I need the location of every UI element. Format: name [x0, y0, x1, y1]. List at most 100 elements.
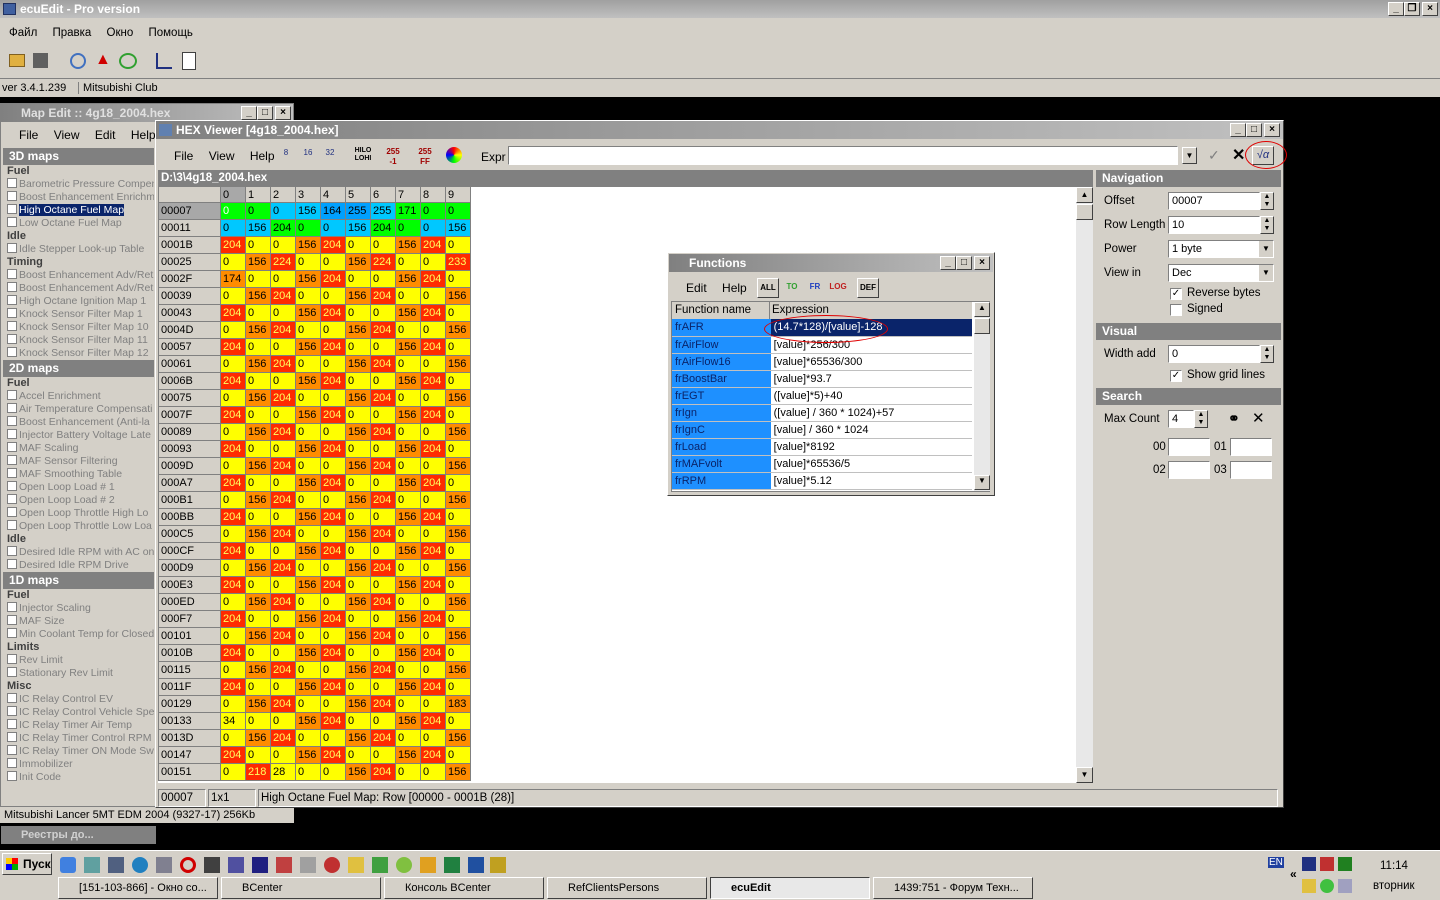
row-address[interactable]: 00039 — [158, 287, 221, 305]
max-count-spinner[interactable]: ▲ ▼ — [1194, 410, 1208, 428]
hex-cell[interactable]: 204 — [370, 321, 396, 339]
hex-cell[interactable]: 156 — [445, 491, 471, 509]
hex-cell[interactable]: 156 — [295, 576, 321, 594]
hex-cell[interactable]: 0 — [345, 440, 371, 458]
function-name-cell[interactable]: frIgnC — [672, 421, 771, 439]
hex-cell[interactable]: 0 — [295, 321, 321, 339]
hex-cell[interactable]: 0 — [220, 202, 246, 220]
function-expression-cell[interactable]: [value]*5.12 — [770, 472, 972, 490]
hex-cell[interactable]: 0 — [420, 287, 446, 305]
task-button-6[interactable]: 1439:751 - Форум Техн... — [873, 877, 1033, 899]
hex-cell[interactable]: 156 — [295, 270, 321, 288]
row-address[interactable]: 000C5 — [158, 525, 221, 543]
hex-menu-view[interactable]: View — [209, 149, 235, 163]
grid-column-header[interactable]: 2 — [270, 186, 296, 203]
hex-cell[interactable]: 0 — [245, 576, 271, 594]
hex-cell[interactable]: 204 — [270, 389, 296, 407]
hex-cell[interactable]: 204 — [270, 321, 296, 339]
hex-cell[interactable]: 156 — [345, 457, 371, 475]
filter-to-button[interactable]: TO — [781, 278, 803, 298]
hex-cell[interactable]: 0 — [295, 355, 321, 373]
hex-cell[interactable]: 0 — [345, 610, 371, 628]
map-list-item[interactable]: Injector Scaling — [3, 602, 154, 615]
hex-255-button[interactable]: 255 FF — [415, 147, 435, 167]
hex-cell[interactable]: 0 — [320, 729, 346, 747]
hex-cell[interactable]: 156 — [295, 372, 321, 390]
view-16bit-button[interactable]: 16 — [298, 148, 318, 158]
function-row[interactable]: frRPM [value]*5.12 — [672, 472, 972, 490]
function-row[interactable]: frLoad [value]*8192 — [672, 438, 972, 456]
search-byte-01-input[interactable] — [1230, 438, 1272, 456]
hex-cell[interactable]: 204 — [320, 236, 346, 254]
hex-cell[interactable]: 204 — [370, 627, 396, 645]
hex-cell[interactable]: 0 — [320, 695, 346, 713]
hex-cell[interactable]: 204 — [270, 593, 296, 611]
hex-cell[interactable]: 204 — [270, 491, 296, 509]
hex-cell[interactable]: 0 — [420, 525, 446, 543]
function-row[interactable]: frBoostBar [value]*93.7 — [672, 370, 972, 388]
functions-maximize-button[interactable]: □ — [956, 256, 972, 270]
hex-cell[interactable]: 0 — [220, 491, 246, 509]
hex-cell[interactable]: 204 — [320, 542, 346, 560]
hex-cell[interactable]: 156 — [295, 542, 321, 560]
hex-cell[interactable]: 204 — [220, 304, 246, 322]
row-address[interactable]: 00061 — [158, 355, 221, 373]
hex-cell[interactable]: 0 — [320, 627, 346, 645]
functions-minimize-button[interactable]: _ — [940, 256, 956, 270]
hex-cell[interactable]: 156 — [445, 423, 471, 441]
row-address[interactable]: 00133 — [158, 712, 221, 730]
hex-cell[interactable]: 0 — [295, 525, 321, 543]
tray-icon-5[interactable] — [1320, 879, 1334, 893]
hex-cell[interactable]: 0 — [320, 525, 346, 543]
hex-cell[interactable]: 204 — [270, 219, 296, 237]
hex-cell[interactable]: 204 — [220, 644, 246, 662]
hex-cell[interactable]: 255 — [345, 202, 371, 220]
hex-cell[interactable]: 0 — [270, 644, 296, 662]
app-restore-button[interactable]: ❐ — [1404, 2, 1420, 16]
hex-cell[interactable]: 0 — [345, 542, 371, 560]
search-byte-02-input[interactable] — [1168, 461, 1210, 479]
hex-cell[interactable]: 0 — [445, 508, 471, 526]
hex-cell[interactable]: 204 — [270, 729, 296, 747]
reverse-bytes-checkbox[interactable]: ✓ — [1170, 288, 1182, 300]
map-item-checkbox[interactable] — [7, 442, 17, 452]
hex-cell[interactable]: 156 — [445, 593, 471, 611]
hex-cell[interactable]: 204 — [320, 644, 346, 662]
word-icon[interactable] — [468, 857, 484, 873]
hex-cell[interactable]: 0 — [445, 474, 471, 492]
hex-cell[interactable]: 204 — [320, 406, 346, 424]
menu-file[interactable]: Файл — [9, 27, 37, 39]
row-address[interactable]: 000F7 — [158, 610, 221, 628]
map-list-item[interactable]: Init Code — [3, 771, 154, 784]
map-list-item[interactable]: Boost Enhancement Enrichm — [3, 191, 154, 204]
hex-cell[interactable]: 0 — [245, 542, 271, 560]
hex-cell[interactable]: 156 — [295, 610, 321, 628]
hex-cell[interactable]: 204 — [420, 746, 446, 764]
map-menu-help[interactable]: Help — [131, 128, 156, 142]
filter-all-button[interactable]: ALL — [757, 278, 779, 298]
hex-cell[interactable]: 0 — [420, 219, 446, 237]
hex-cell[interactable]: 0 — [420, 559, 446, 577]
hex-cell[interactable]: 156 — [395, 712, 421, 730]
hex-cell[interactable]: 156 — [395, 270, 421, 288]
hex-cell[interactable]: 204 — [370, 287, 396, 305]
hex-cell[interactable]: 204 — [270, 525, 296, 543]
hex-cell[interactable]: 156 — [395, 338, 421, 356]
hex-cell[interactable]: 0 — [345, 270, 371, 288]
map-list-item[interactable]: Min Coolant Temp for Closed — [3, 628, 154, 641]
map-item-checkbox[interactable] — [7, 416, 17, 426]
row-address[interactable]: 00101 — [158, 627, 221, 645]
hex-cell[interactable]: 0 — [245, 474, 271, 492]
function-expression-cell[interactable]: ([value] / 360 * 1024)+57 — [770, 404, 972, 422]
hex-cell[interactable]: 0 — [345, 712, 371, 730]
hex-cell[interactable]: 0 — [245, 644, 271, 662]
row-address[interactable]: 00057 — [158, 338, 221, 356]
hex-cell[interactable]: 156 — [245, 525, 271, 543]
row-address[interactable]: 00129 — [158, 695, 221, 713]
hex-cell[interactable]: 156 — [245, 661, 271, 679]
hex-cell[interactable]: 204 — [420, 338, 446, 356]
map-list-item[interactable]: High Octane Fuel Map — [3, 204, 154, 217]
hex-cell[interactable]: 156 — [295, 746, 321, 764]
hex-cell[interactable]: 204 — [270, 457, 296, 475]
hex-cell[interactable]: 0 — [245, 508, 271, 526]
